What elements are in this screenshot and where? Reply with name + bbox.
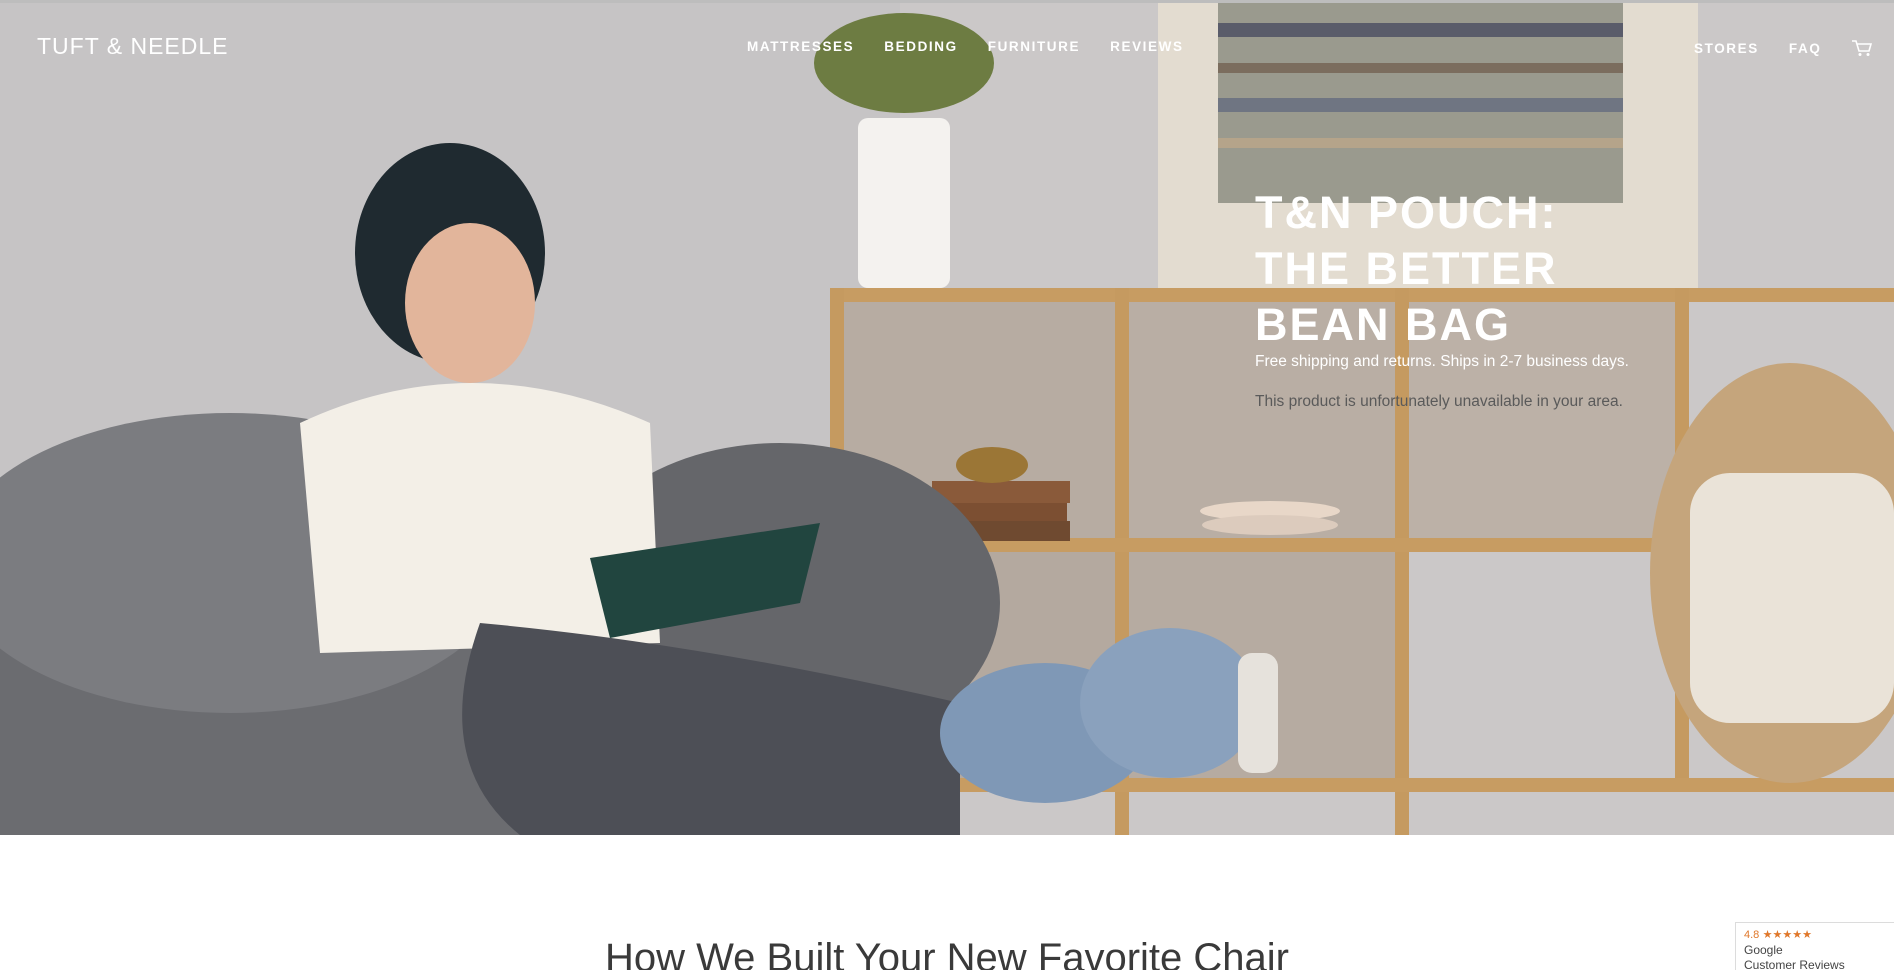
nav-faq[interactable]: FAQ — [1789, 41, 1822, 56]
nav-reviews[interactable]: REVIEWS — [1110, 39, 1183, 54]
headline-line-3: BEAN BAG — [1255, 299, 1512, 350]
shipping-info: Free shipping and returns. Ships in 2-7 … — [1255, 353, 1629, 370]
badge-reviews-label: Customer Reviews — [1744, 958, 1845, 970]
cart-icon[interactable] — [1851, 39, 1873, 57]
nav-stores[interactable]: STORES — [1694, 41, 1759, 56]
nav-furniture[interactable]: FURNITURE — [988, 39, 1080, 54]
headline-line-1: T&N POUCH: — [1255, 187, 1558, 238]
utility-nav: STORES FAQ — [1694, 39, 1873, 57]
nav-mattresses[interactable]: MATTRESSES — [747, 39, 854, 54]
badge-rating: 4.8 — [1744, 929, 1760, 941]
headline-line-2: THE BETTER — [1255, 243, 1558, 294]
nav-bedding[interactable]: BEDDING — [884, 39, 957, 54]
brand-logo[interactable]: TUFT & NEEDLE — [37, 33, 229, 60]
badge-google-label: Google — [1744, 943, 1783, 957]
availability-notice: This product is unfortunately unavailabl… — [1255, 393, 1623, 410]
hero-banner: TUFT & NEEDLE MATTRESSES BEDDING FURNITU… — [0, 3, 1894, 835]
star-rating-icon: ★★★★★ — [1762, 929, 1812, 941]
main-nav: MATTRESSES BEDDING FURNITURE REVIEWS — [747, 39, 1214, 54]
google-reviews-badge[interactable]: 4.8 ★★★★★ Google Customer Reviews — [1735, 922, 1894, 970]
hero-image — [0, 3, 1894, 835]
hero-headline: T&N POUCH: THE BETTER BEAN BAG — [1255, 185, 1558, 353]
section-title: How We Built Your New Favorite Chair — [605, 936, 1289, 970]
